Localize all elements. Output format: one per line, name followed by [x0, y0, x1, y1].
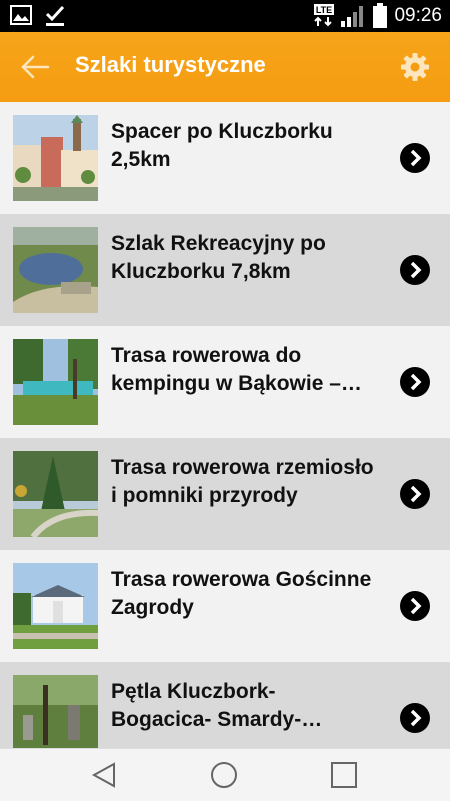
cell-signal-icon	[341, 6, 364, 27]
status-bar: LTE 09:26	[0, 0, 450, 32]
home-circle-icon[interactable]	[209, 760, 239, 790]
list-item[interactable]: Trasa rowerowa rzemiosło i pomniki przyr…	[0, 438, 450, 550]
chevron-right-icon[interactable]	[400, 703, 430, 733]
svg-text:LTE: LTE	[316, 5, 332, 15]
chevron-right-icon[interactable]	[400, 591, 430, 621]
list-item-title: Trasa rowerowa rzemiosło i pomniki przyr…	[111, 456, 374, 507]
thumbnail-aerial-reservoir	[13, 227, 98, 313]
page-title: Szlaki turystyczne	[75, 52, 266, 77]
list-item[interactable]: Pętla Kluczbork- Bogacica- Smardy- Klucz…	[0, 662, 450, 748]
trail-list: Spacer po Kluczborku 2,5km Szlak Rekreac…	[0, 102, 450, 748]
thumbnail-cemetery	[13, 675, 98, 748]
list-item[interactable]: Szlak Rekreacyjny po Kluczborku 7,8km	[0, 214, 450, 326]
list-item-title: Spacer po Kluczborku 2,5km	[111, 120, 333, 171]
lte-signal-icon: LTE	[314, 4, 335, 27]
app-bar: Szlaki turystyczne	[0, 32, 450, 102]
list-item[interactable]: Trasa rowerowa Gościnne Zagrody	[0, 550, 450, 662]
list-item[interactable]: Spacer po Kluczborku 2,5km	[0, 102, 450, 214]
chevron-right-icon[interactable]	[400, 143, 430, 173]
recents-square-icon[interactable]	[329, 760, 359, 790]
settings-gear-icon[interactable]	[400, 52, 430, 82]
back-triangle-icon[interactable]	[90, 760, 120, 790]
thumbnail-town-square	[13, 115, 98, 201]
list-item-title: Szlak Rekreacyjny po Kluczborku 7,8km	[111, 232, 326, 283]
chevron-right-icon[interactable]	[400, 255, 430, 285]
list-item[interactable]: Trasa rowerowa do kempingu w Bąkowie – K…	[0, 326, 450, 438]
list-item-title: Pętla Kluczbork- Bogacica- Smardy- Klucz…	[111, 680, 302, 731]
download-done-icon	[45, 5, 65, 26]
list-item-title: Trasa rowerowa Gościnne Zagrody	[111, 568, 372, 619]
clock: 09:26	[394, 5, 442, 26]
image-notification-icon	[10, 5, 32, 25]
chevron-right-icon[interactable]	[400, 367, 430, 397]
battery-icon	[373, 3, 388, 28]
thumbnail-tree-path	[13, 451, 98, 537]
thumbnail-pool-park	[13, 339, 98, 425]
system-nav-bar	[0, 748, 450, 801]
back-arrow-icon[interactable]	[20, 53, 50, 81]
list-item-title: Trasa rowerowa do kempingu w Bąkowie – K…	[111, 344, 341, 395]
thumbnail-manor-house	[13, 563, 98, 649]
chevron-right-icon[interactable]	[400, 479, 430, 509]
